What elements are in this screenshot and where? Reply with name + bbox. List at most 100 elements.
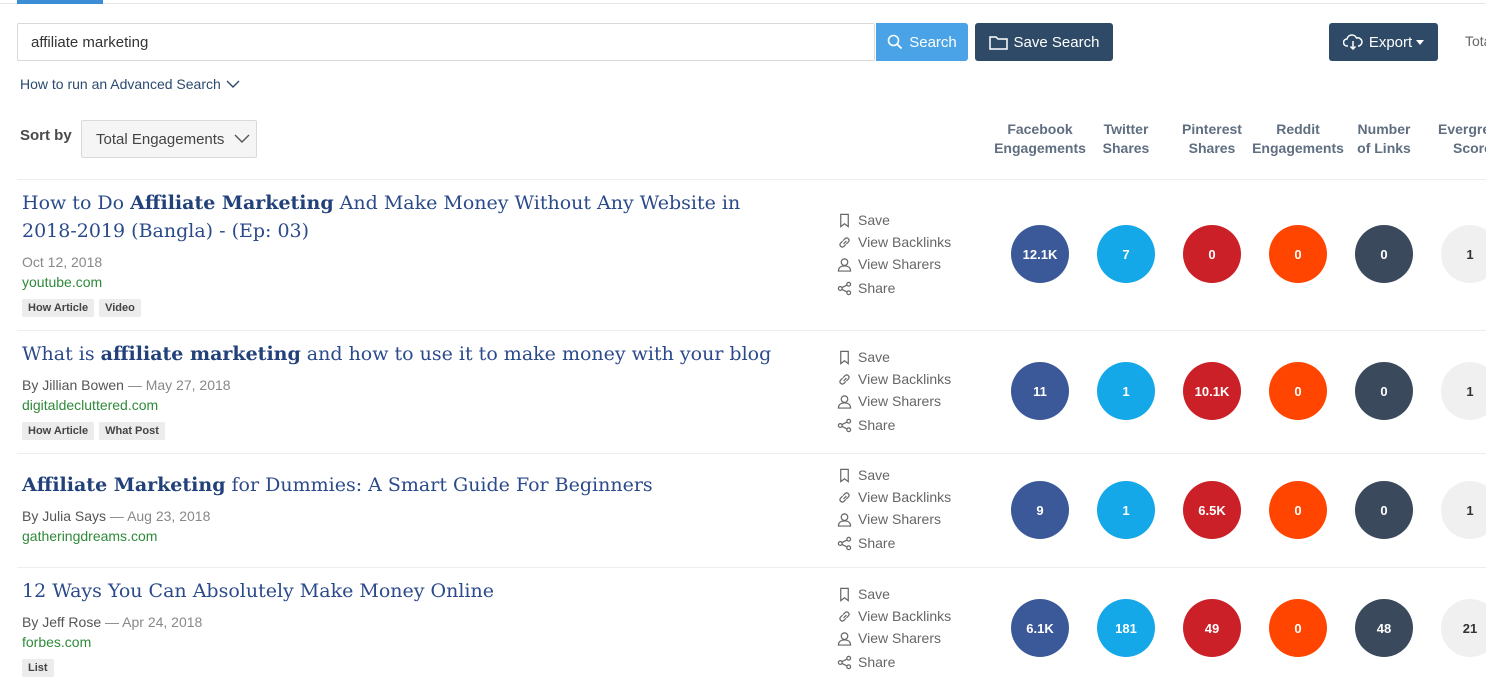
bookmark-icon (840, 350, 849, 365)
link-icon (839, 373, 850, 385)
share-action[interactable]: Share (837, 414, 951, 436)
share-action[interactable]: Share (837, 532, 951, 554)
reddit-engagements-badge: 0 (1269, 362, 1327, 420)
sort-select[interactable]: Total Engagements (81, 120, 257, 158)
bookmark-icon (840, 468, 849, 483)
result-actions: Save View Backlinks View Sharers Share (837, 209, 951, 299)
result-tags: How Article Video (22, 299, 141, 317)
bookmark-icon (840, 213, 849, 228)
result-domain[interactable]: digitaldecluttered.com (22, 397, 158, 413)
view-backlinks-action[interactable]: View Backlinks (837, 605, 951, 627)
evergreen-score-badge: 1 (1441, 362, 1486, 420)
result-author: By Jeff Rose (22, 614, 102, 630)
result-domain[interactable]: youtube.com (22, 274, 102, 290)
facebook-engagements-badge: 9 (1011, 481, 1069, 539)
top-divider (0, 3, 1486, 4)
column-label: Facebook (1007, 121, 1073, 137)
result-meta: Oct 12, 2018 (22, 254, 102, 270)
reddit-engagements-badge: 0 (1269, 481, 1327, 539)
cloud-download-icon (1342, 34, 1363, 50)
search-input[interactable] (17, 23, 875, 61)
evergreen-score-badge: 1 (1441, 481, 1486, 539)
tag-badge[interactable]: Video (99, 299, 141, 317)
column-pinterest-shares[interactable]: Pinterest Shares (1164, 120, 1260, 158)
column-label: Reddit (1276, 121, 1320, 137)
view-sharers-action[interactable]: View Sharers (837, 390, 951, 412)
row-divider (17, 330, 1486, 331)
tag-badge[interactable]: What Post (99, 422, 165, 440)
column-label: Number (1357, 121, 1411, 137)
tag-badge[interactable]: How Article (22, 422, 95, 440)
view-sharers-action[interactable]: View Sharers (837, 508, 951, 530)
link-icon (839, 610, 850, 622)
save-action[interactable]: Save (837, 464, 951, 486)
column-evergreen-score[interactable]: Evergre Score (1438, 120, 1486, 158)
result-title-link[interactable]: What is affiliate marketing and how to u… (22, 340, 792, 368)
result-meta: By Jeff Rose — Apr 24, 2018 (22, 614, 203, 630)
result-title-link[interactable]: Affiliate Marketing for Dummies: A Smart… (22, 471, 792, 499)
facebook-engagements-badge: 11 (1011, 362, 1069, 420)
column-reddit-engagements[interactable]: Reddit Engagements (1250, 120, 1346, 158)
number-of-links-badge: 0 (1355, 225, 1413, 283)
number-of-links-badge: 0 (1355, 481, 1413, 539)
link-icon (839, 491, 850, 503)
result-tags: How Article What Post (22, 422, 165, 440)
active-tab-indicator[interactable] (17, 0, 103, 4)
column-label: Engagements (994, 140, 1086, 156)
share-icon (837, 655, 852, 669)
column-twitter-shares[interactable]: Twitter Shares (1078, 120, 1174, 158)
user-icon (837, 394, 852, 409)
result-title-link[interactable]: 12 Ways You Can Absolutely Make Money On… (22, 577, 792, 605)
result-domain[interactable]: forbes.com (22, 634, 91, 650)
facebook-engagements-badge: 6.1K (1011, 599, 1069, 657)
caret-down-icon (1416, 39, 1425, 45)
column-label: Evergre (1438, 121, 1486, 137)
total-label: Tota (1465, 33, 1486, 49)
column-label: Engagements (1252, 140, 1344, 156)
pinterest-shares-badge: 10.1K (1183, 362, 1241, 420)
result-title-link[interactable]: How to Do Affiliate Marketing And Make M… (22, 189, 792, 245)
column-label: Twitter (1103, 121, 1149, 137)
result-date: Apr 24, 2018 (122, 614, 203, 630)
sort-selected-value: Total Engagements (96, 130, 225, 148)
result-date: Aug 23, 2018 (127, 508, 211, 524)
twitter-shares-badge: 1 (1097, 362, 1155, 420)
share-action[interactable]: Share (837, 651, 951, 673)
search-button[interactable]: Search (876, 23, 968, 61)
view-sharers-action[interactable]: View Sharers (837, 627, 951, 649)
view-backlinks-action[interactable]: View Backlinks (837, 486, 951, 508)
export-button[interactable]: Export (1329, 23, 1438, 61)
result-domain[interactable]: gatheringdreams.com (22, 528, 157, 544)
save-action[interactable]: Save (837, 583, 951, 605)
column-label: Score (1453, 140, 1486, 156)
reddit-engagements-badge: 0 (1269, 225, 1327, 283)
row-divider (17, 453, 1486, 454)
result-date: Oct 12, 2018 (22, 254, 103, 270)
share-icon (837, 536, 852, 550)
column-facebook-engagements[interactable]: Facebook Engagements (992, 120, 1088, 158)
result-author: By Julia Says (22, 508, 107, 524)
save-action[interactable]: Save (837, 346, 951, 368)
share-action[interactable]: Share (837, 277, 951, 299)
column-label: Pinterest (1182, 121, 1242, 137)
result-author: By Jillian Bowen (22, 377, 124, 393)
tag-badge[interactable]: How Article (22, 299, 95, 317)
result-actions: Save View Backlinks View Sharers Share (837, 464, 951, 554)
save-action[interactable]: Save (837, 209, 951, 231)
share-icon (837, 418, 852, 432)
view-backlinks-action[interactable]: View Backlinks (837, 231, 951, 253)
column-number-of-links[interactable]: Number of Links (1336, 120, 1432, 158)
save-search-button[interactable]: Save Search (975, 23, 1113, 61)
bookmark-icon (840, 587, 849, 602)
pinterest-shares-badge: 0 (1183, 225, 1241, 283)
view-sharers-action[interactable]: View Sharers (837, 253, 951, 275)
advanced-search-link[interactable]: How to run an Advanced Search (20, 76, 240, 92)
view-backlinks-action[interactable]: View Backlinks (837, 368, 951, 390)
sort-by-label: Sort by (20, 127, 72, 144)
column-label: Shares (1188, 140, 1236, 156)
twitter-shares-badge: 7 (1097, 225, 1155, 283)
evergreen-score-badge: 1 (1441, 225, 1486, 283)
save-search-label: Save Search (1013, 33, 1100, 51)
tag-badge[interactable]: List (22, 659, 54, 677)
row-divider (17, 567, 1486, 568)
